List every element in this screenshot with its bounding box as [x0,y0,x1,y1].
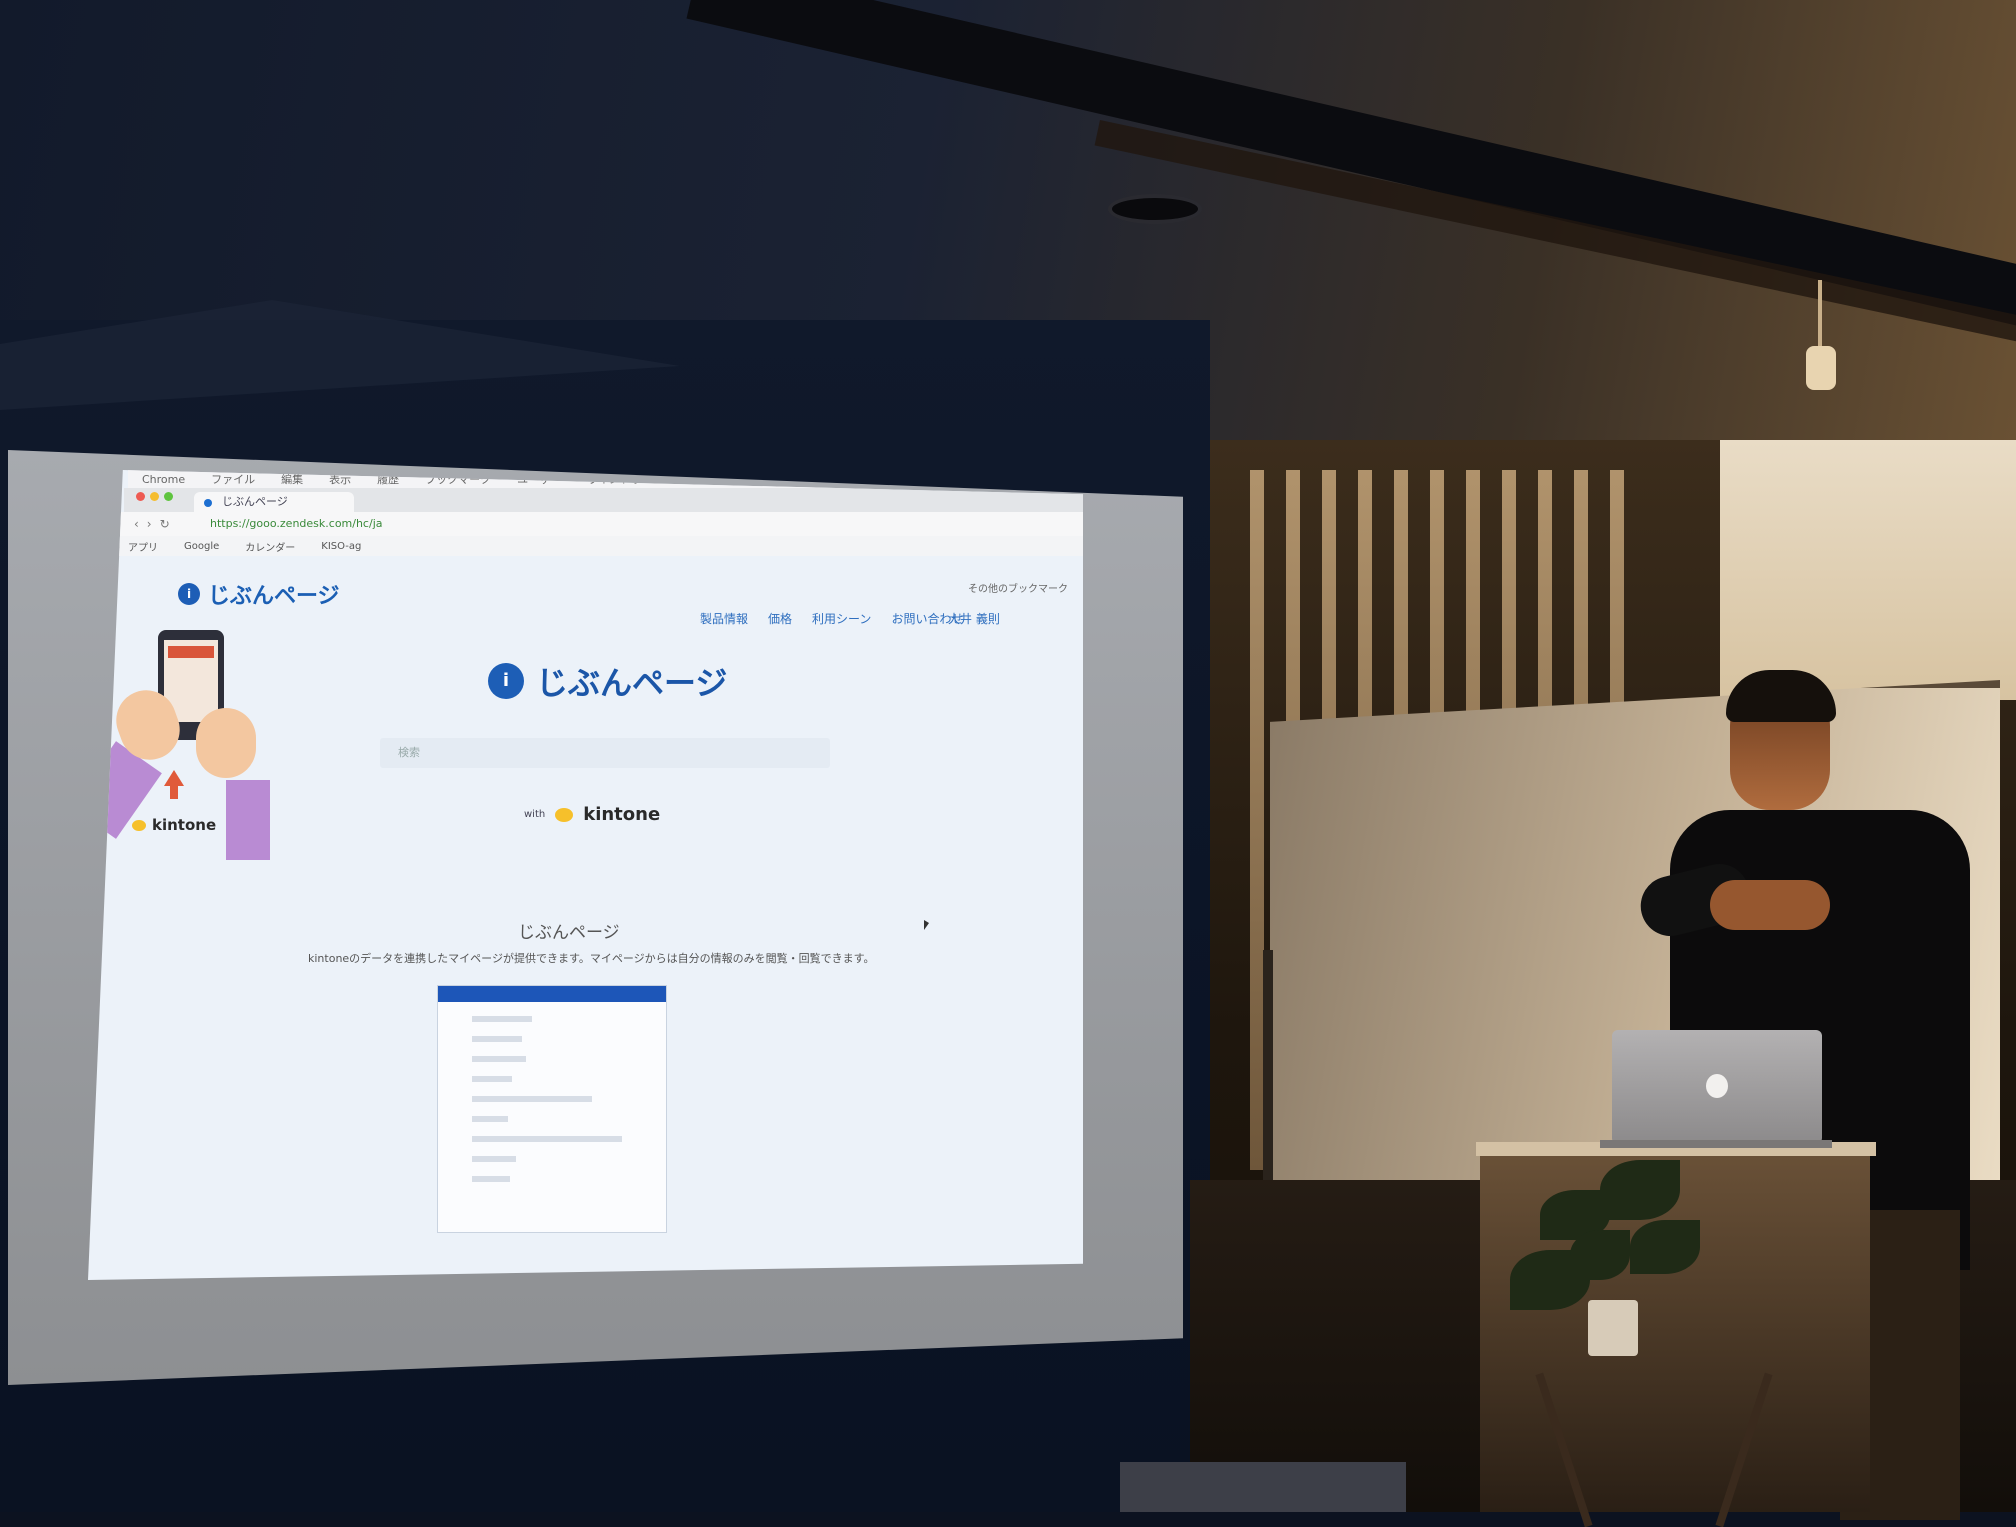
photo-scene: Chrome ファイル 編集 表示 履歴 ブックマーク ユーザー ウインドウ ヘ… [0,0,2016,1527]
presenter-hands [1710,880,1830,930]
tab-title: じぶんページ [222,495,288,508]
search-input: 検索 [380,738,830,768]
bookmark-folder: その他のブックマーク [968,584,1068,595]
arrow-up-icon [164,770,184,786]
side-table [1535,1370,1800,1527]
browser-tab: じぶんページ [194,492,354,512]
url-text: https://gooo.zendesk.com/hc/ja [210,517,383,530]
bookmark-item: カレンダー [245,542,296,554]
menu-item: ファイル [211,473,256,486]
hero-logo-text: じぶんページ [536,664,728,702]
mouse-cursor-icon [924,920,929,930]
site-logo-text: じぶんページ [208,584,340,609]
hero-logo: i じぶんページ [488,658,727,704]
potted-plant [1500,1150,1730,1370]
with-kintone-badge: with kintone [524,804,660,825]
nav-arrows-icon: ‹›↻ [134,517,178,531]
laptop-base [1600,1140,1832,1148]
laptop [1612,1030,1822,1144]
user-menu: 大井 義則 [948,610,1000,627]
illustration-kintone-logo: kintone [132,816,216,834]
bookmark-item: KISO-ag [321,540,362,552]
nav-item: 製品情報 [700,612,749,626]
kintone-icon [132,819,146,831]
lit-wall-panel [1720,440,2016,700]
phone-illustration: kintone [88,630,288,860]
kintone-wordmark: kintone [583,804,661,825]
card-header [438,986,666,1002]
nav-item: 利用シーン [812,612,872,626]
bookmark-item: Google [184,540,220,552]
mypage-screenshot-card [438,986,666,1232]
spotlight [1806,280,1836,410]
site-nav: 製品情報 価格 利用シーン お問い合わせ [700,610,963,627]
nav-item: 価格 [768,612,793,626]
kintone-wordmark: kintone [152,816,217,834]
tab-bar: じぶんページ [124,488,1083,512]
person-icon: i [488,663,524,699]
section-description: kintoneのデータを連携したマイページが提供できます。マイページからは自分の… [308,952,875,965]
window-controls [136,492,173,501]
address-bar: ‹›↻ https://gooo.zendesk.com/hc/ja [120,512,1083,536]
apple-logo-icon [1706,1074,1728,1098]
kintone-icon [555,807,574,822]
section-title: じぶんページ [518,923,620,943]
user-name: 大井 義則 [948,612,1000,626]
tab-favicon-icon [204,499,212,507]
ceiling-light [1112,198,1198,220]
site-logo: i じぶんページ [178,578,340,610]
projected-browser-window: Chrome ファイル 編集 表示 履歴 ブックマーク ユーザー ウインドウ ヘ… [88,470,1083,1280]
projector [1120,1462,1406,1512]
bookmark-item: アプリ [128,542,158,554]
person-icon: i [178,583,200,605]
with-label: with [524,809,546,820]
menu-item: Chrome [142,472,186,486]
bookmarks-bar: アプリ Google カレンダー KISO-ag [116,536,1083,556]
